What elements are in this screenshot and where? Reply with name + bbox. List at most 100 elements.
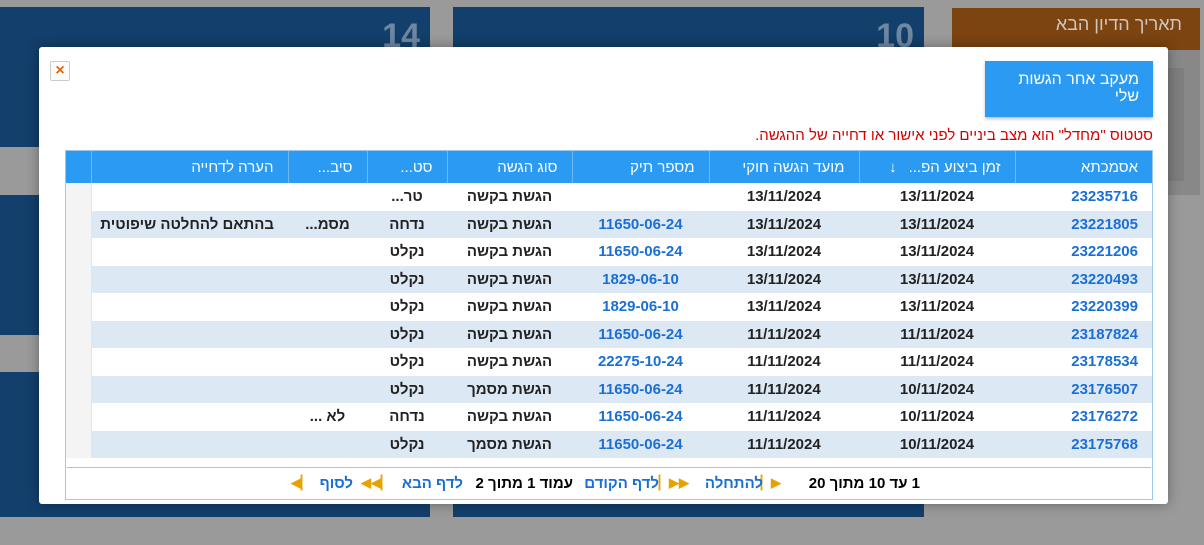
cell-submission-type: הגשת בקשה: [447, 265, 572, 293]
prev-page-icon[interactable]: ▶▶▏: [659, 475, 689, 491]
cell-reference[interactable]: 23187824: [1015, 320, 1152, 348]
close-icon[interactable]: ×: [50, 61, 70, 81]
cell-reference-link[interactable]: 23176507: [1071, 381, 1138, 398]
cell-submission-type: הגשת בקשה: [466, 188, 553, 206]
cell-case-number[interactable]: 22275-10-24: [572, 348, 709, 376]
cell-case-number-link[interactable]: 11650-06-24: [598, 436, 682, 453]
submissions-table: אסמכתא זמן ביצוע הפ...↓ מועד הגשה חוקי מ…: [90, 151, 1152, 458]
cell-reason: [288, 183, 367, 211]
cell-case-number[interactable]: 11650-06-24: [572, 238, 709, 266]
column-header-execution-time[interactable]: זמן ביצוע הפ...↓: [858, 151, 1015, 183]
cell-reason: [288, 430, 367, 458]
cell-due-date: 11/11/2024: [747, 408, 821, 426]
prev-page-link[interactable]: לדף הקודם: [584, 475, 659, 492]
cell-case-number-link[interactable]: 1829-06-10: [602, 271, 679, 288]
cell-status: נדחה: [389, 408, 425, 426]
column-header-reason[interactable]: סיב...: [287, 151, 367, 183]
cell-status: נקלט: [367, 320, 447, 348]
cell-reference[interactable]: 23176272: [1015, 403, 1152, 431]
cell-rejection-note: [91, 348, 288, 376]
cell-due-date: 13/11/2024: [746, 188, 822, 206]
cell-reference-link[interactable]: 23220399: [1071, 298, 1138, 315]
table-row[interactable]: 23178534 11/11/2024 11/11/2024 22275-10-24 ה…: [91, 348, 1152, 376]
cell-execution-time: 13/11/2024: [899, 188, 975, 206]
last-page-icon[interactable]: ▏◀: [291, 475, 311, 491]
cell-execution-time: 10/11/2024: [859, 375, 1015, 403]
cell-reference[interactable]: 23175768: [1015, 430, 1152, 458]
cell-status: נקלט: [367, 430, 447, 458]
cell-status: נקלט: [367, 265, 447, 293]
cell-reference-link[interactable]: 23235716: [1071, 188, 1138, 205]
cell-submission-type: הגשת בקשה: [466, 243, 553, 261]
cell-status: טר...: [391, 188, 423, 206]
dashboard-tile: [0, 195, 40, 335]
pagination-summary: 1 עד 10 מתוך 20: [808, 475, 920, 492]
cell-submission-type: הגשת בקשה: [447, 320, 572, 348]
column-header-submission-type[interactable]: סוג הגשה: [446, 151, 572, 183]
cell-case-number[interactable]: 11650-06-24: [572, 403, 709, 431]
cell-due-date: 11/11/2024: [709, 375, 859, 403]
cell-case-number-link[interactable]: 1829-06-10: [602, 298, 679, 315]
cell-rejection-note: [91, 403, 288, 431]
cell-reference-link[interactable]: 23175768: [1071, 436, 1138, 453]
cell-reference[interactable]: 23220399: [1015, 293, 1152, 321]
cell-rejection-note: [91, 238, 288, 266]
cell-reference-link[interactable]: 23178534: [1071, 353, 1138, 370]
table-row[interactable]: 23176507 10/11/2024 11/11/2024 11650-06-24 ה…: [91, 375, 1152, 403]
cell-reference[interactable]: 23220493: [1015, 265, 1152, 293]
cell-reason: [288, 265, 367, 293]
cell-reference[interactable]: 23178534: [1015, 348, 1152, 376]
next-page-link[interactable]: לדף הבא: [402, 475, 463, 492]
last-page-link[interactable]: לסוף: [320, 475, 353, 492]
column-header-reference[interactable]: אסמכתא: [1014, 151, 1152, 183]
cell-reference-link[interactable]: 23220493: [1071, 271, 1138, 288]
cell-case-number[interactable]: 1829-06-10: [572, 265, 709, 293]
table-row[interactable]: 23235716 13/11/2024 13/11/2024 הגשת בקשה טר.…: [91, 183, 1152, 211]
cell-reference-link[interactable]: 23221805: [1071, 216, 1138, 233]
column-header-due-date[interactable]: מועד הגשה חוקי: [708, 151, 859, 183]
cell-case-number-link[interactable]: 11650-06-24: [598, 408, 682, 425]
dialog-title-button[interactable]: מעקב אחר הגשות שלי: [985, 61, 1153, 117]
table-row[interactable]: 23221805 13/11/2024 13/11/2024 11650-06-24 ה…: [91, 210, 1152, 238]
cell-execution-time: 10/11/2024: [899, 408, 975, 426]
cell-reference[interactable]: 23235716: [1015, 183, 1152, 211]
table-row[interactable]: 23220399 13/11/2024 13/11/2024 1829-06-10 הג…: [91, 293, 1152, 321]
table-row[interactable]: 23221206 13/11/2024 13/11/2024 11650-06-24 ה…: [91, 238, 1152, 266]
cell-case-number-link[interactable]: 11650-06-24: [598, 216, 682, 233]
cell-case-number-link[interactable]: 11650-06-24: [598, 243, 682, 260]
cell-due-date: 13/11/2024: [746, 298, 822, 316]
column-header-rejection-note[interactable]: הערה לדחייה: [90, 151, 288, 183]
cell-status: נקלט: [389, 298, 425, 316]
cell-case-number[interactable]: 11650-06-24: [572, 210, 709, 238]
first-page-icon[interactable]: ▶▏: [761, 475, 781, 491]
cell-due-date: 13/11/2024: [746, 243, 822, 261]
cell-execution-time: 13/11/2024: [859, 265, 1015, 293]
cell-case-number[interactable]: [572, 183, 709, 211]
cell-reference-link[interactable]: 23187824: [1071, 326, 1138, 343]
cell-case-number[interactable]: 11650-06-24: [572, 375, 709, 403]
cell-case-number-link[interactable]: 11650-06-24: [598, 326, 682, 343]
cell-reference[interactable]: 23176507: [1015, 375, 1152, 403]
cell-reference-link[interactable]: 23176272: [1071, 408, 1138, 425]
cell-case-number-link[interactable]: 11650-06-24: [598, 381, 682, 398]
cell-reference[interactable]: 23221805: [1015, 210, 1152, 238]
table-row[interactable]: 23187824 11/11/2024 11/11/2024 11650-06-24 ה…: [91, 320, 1152, 348]
cell-case-number[interactable]: 1829-06-10: [572, 293, 709, 321]
table-row[interactable]: 23176272 10/11/2024 11/11/2024 11650-06-24 ה…: [91, 403, 1152, 431]
table-row[interactable]: 23220493 13/11/2024 13/11/2024 1829-06-10 הג…: [91, 265, 1152, 293]
cell-case-number-link[interactable]: 22275-10-24: [598, 353, 683, 370]
submissions-tracking-dialog: × מעקב אחר הגשות שלי סטטוס "מחדל" הוא מצ…: [39, 47, 1168, 504]
cell-reference-link[interactable]: 23221206: [1071, 243, 1138, 260]
next-page-icon[interactable]: ▏◀◀: [361, 475, 391, 491]
cell-case-number[interactable]: 11650-06-24: [572, 320, 709, 348]
cell-reference[interactable]: 23221206: [1015, 238, 1152, 266]
cell-execution-time: 11/11/2024: [900, 353, 974, 371]
table-row[interactable]: 23175768 10/11/2024 11/11/2024 11650-06-24 ה…: [91, 430, 1152, 458]
first-page-link[interactable]: להתחלה: [705, 475, 763, 492]
cell-case-number[interactable]: 11650-06-24: [572, 430, 709, 458]
cell-rejection-note: בהתאם להחלטה שיפוטית: [91, 210, 288, 238]
cell-reason: [288, 238, 367, 266]
column-header-case-number[interactable]: מספר תיק: [571, 151, 709, 183]
cell-execution-time: 11/11/2024: [859, 320, 1015, 348]
column-header-status[interactable]: סט...: [366, 151, 447, 183]
